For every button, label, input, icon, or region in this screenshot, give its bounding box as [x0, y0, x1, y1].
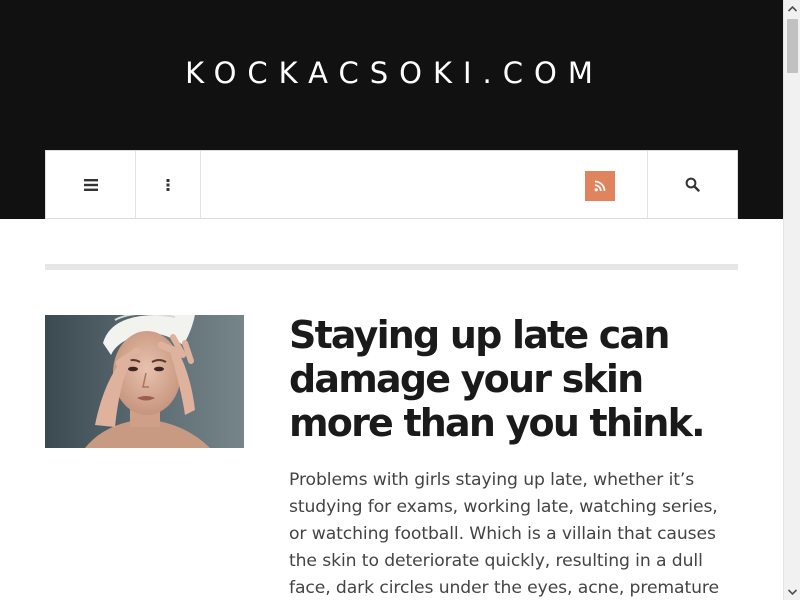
woman-face-photo — [45, 315, 244, 448]
scroll-down-button[interactable] — [784, 583, 800, 600]
more-options-button[interactable] — [136, 151, 201, 218]
scrollbar-thumb[interactable] — [787, 19, 798, 73]
article-title[interactable]: Staying up late can damage your skin mor… — [289, 313, 729, 445]
scroll-up-button[interactable] — [784, 0, 800, 17]
section-divider — [45, 264, 738, 270]
hamburger-menu-icon — [83, 178, 98, 191]
vertical-dots-icon — [166, 178, 170, 191]
rss-feed-icon — [594, 180, 606, 192]
article-thumbnail[interactable] — [45, 315, 244, 448]
menu-toggle-button[interactable] — [46, 151, 136, 218]
scroll-up-arrow-icon — [788, 5, 797, 12]
vertical-scrollbar[interactable] — [783, 0, 800, 600]
main-navbar — [45, 150, 738, 219]
search-icon — [685, 177, 700, 192]
site-title[interactable]: KOCKACSOKI.COM — [0, 56, 783, 90]
article-excerpt: Problems with girls staying up late, whe… — [289, 470, 719, 598]
scroll-down-arrow-icon — [788, 588, 797, 595]
page-viewport: KOCKACSOKI.COM Staying up late can damag… — [0, 0, 783, 600]
search-button[interactable] — [647, 151, 737, 218]
rss-feed-button[interactable] — [585, 171, 615, 201]
